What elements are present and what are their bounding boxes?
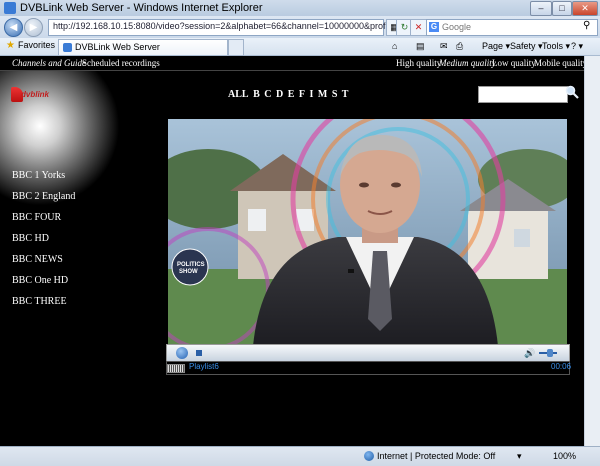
tab-favicon — [63, 43, 72, 52]
alphabet-item[interactable]: ALL — [228, 89, 249, 100]
volume-icon[interactable]: 🔊 — [524, 348, 535, 358]
browser-status-bar: Internet | Protected Mode: Off ▾ 100% — [0, 446, 600, 466]
minimize-button[interactable]: – — [530, 1, 552, 16]
zoom-options-icon[interactable]: ▾ — [517, 451, 522, 462]
quality-mobile-link[interactable]: Mobile quality — [534, 58, 584, 68]
search-go-icon[interactable]: ⚲ — [583, 20, 590, 31]
home-icon[interactable]: ⌂ — [392, 41, 397, 51]
tab-title: DVBLink Web Server — [75, 42, 160, 52]
address-bar[interactable]: http://192.168.10.15:8080/video?session=… — [48, 19, 432, 36]
zoom-level[interactable]: 100% — [553, 451, 576, 461]
stop-loading-icon[interactable]: ✕ — [410, 19, 427, 36]
browser-tab[interactable]: DVBLink Web Server — [58, 39, 228, 55]
new-tab-button[interactable] — [228, 39, 244, 56]
channel-item[interactable]: BBC 1 Yorks — [12, 170, 65, 181]
alphabet-item[interactable]: I — [309, 89, 313, 100]
politics-show-sign-2: SHOW — [179, 269, 198, 275]
browser-search-input[interactable]: G Google ⚲ — [426, 19, 598, 36]
web-page: Channels and Guide Scheduled recordings … — [0, 56, 584, 446]
video-frame: POLITICS SHOW — [168, 119, 567, 346]
alphabet-filter: ALL B C D E F I M S T — [228, 89, 350, 100]
play-icon[interactable] — [176, 347, 188, 359]
alphabet-item[interactable]: F — [299, 89, 305, 100]
security-zone-status[interactable]: Internet | Protected Mode: Off — [377, 451, 495, 461]
ie-app-icon — [4, 2, 16, 14]
page-top-nav: Channels and Guide Scheduled recordings … — [0, 56, 584, 71]
forward-arrow-icon: ▶ — [29, 22, 38, 33]
quality-high-link[interactable]: High quality — [396, 58, 441, 68]
channels-guide-link[interactable]: Channels and Guide — [12, 58, 86, 68]
google-icon: G — [429, 22, 439, 32]
back-arrow-icon: ◀ — [9, 22, 18, 33]
politics-show-sign: POLITICS — [177, 262, 205, 268]
internet-zone-icon — [364, 451, 374, 461]
alphabet-item[interactable]: T — [342, 89, 349, 100]
stop-icon[interactable] — [196, 350, 202, 356]
page-scrollbar[interactable] — [584, 56, 600, 446]
alphabet-item[interactable]: E — [288, 89, 295, 100]
quality-medium-link[interactable]: Medium quality — [439, 58, 496, 68]
dvblink-logo[interactable]: dvblink — [11, 87, 51, 103]
alphabet-item[interactable]: M — [318, 89, 327, 100]
channel-search-input[interactable] — [478, 86, 568, 103]
alphabet-item[interactable]: S — [332, 89, 338, 100]
video-player-screen[interactable]: POLITICS SHOW — [168, 119, 567, 346]
playlist-bar: Playlist6 00:06 — [166, 361, 572, 375]
browser-search-placeholder: Google — [442, 22, 472, 32]
channel-item[interactable]: BBC FOUR — [12, 212, 61, 223]
address-url: http://192.168.10.15:8080/video?session=… — [53, 21, 432, 31]
search-icon[interactable] — [565, 85, 579, 99]
alphabet-item[interactable]: B — [253, 89, 260, 100]
close-button[interactable]: ✕ — [572, 1, 598, 16]
window-title-bar: DVBLink Web Server - Windows Internet Ex… — [0, 0, 600, 16]
quality-low-link[interactable]: Low quality — [492, 58, 536, 68]
forward-button[interactable]: ▶ — [24, 18, 43, 37]
tools-menu[interactable]: Tools ▾ — [542, 41, 570, 52]
playback-time: 00:06 — [551, 362, 572, 371]
playlist-label[interactable]: Playlist6 — [189, 362, 219, 371]
favorites-button[interactable]: ★ Favorites — [6, 40, 55, 51]
channel-item[interactable]: BBC 2 England — [12, 191, 75, 202]
read-mail-icon[interactable]: ✉ — [440, 41, 448, 52]
alphabet-item[interactable]: C — [264, 89, 271, 100]
channel-item[interactable]: BBC HD — [12, 233, 49, 244]
favorites-label: Favorites — [17, 40, 55, 50]
channel-item[interactable]: BBC THREE — [12, 296, 67, 307]
player-control-bar: 🔊 — [166, 344, 570, 362]
star-icon: ★ — [6, 40, 15, 51]
scheduled-recordings-link[interactable]: Scheduled recordings — [82, 58, 160, 68]
alphabet-item[interactable]: D — [276, 89, 283, 100]
tab-toolbar: ★ Favorites DVBLink Web Server ⌂ ▤ ✉ ⎙ Pa… — [0, 38, 600, 56]
playlist-toggle-icon[interactable] — [167, 364, 185, 373]
volume-slider-knob[interactable] — [547, 349, 553, 357]
page-menu[interactable]: Page ▾ — [482, 41, 510, 52]
help-menu[interactable]: ? ▾ — [571, 41, 583, 52]
window-title: DVBLink Web Server - Windows Internet Ex… — [20, 2, 263, 14]
channel-item[interactable]: BBC NEWS — [12, 254, 63, 265]
channel-item[interactable]: BBC One HD — [12, 275, 68, 286]
maximize-button[interactable]: □ — [552, 1, 572, 16]
print-icon[interactable]: ⎙ — [456, 41, 463, 52]
dvblink-logo-text: dvblink — [21, 90, 50, 99]
back-button[interactable]: ◀ — [4, 18, 23, 37]
logo-glow — [0, 56, 120, 206]
address-toolbar: ◀ ▶ http://192.168.10.15:8080/video?sess… — [0, 16, 600, 38]
safety-menu[interactable]: Safety ▾ — [510, 41, 543, 52]
feeds-icon[interactable]: ▤ — [416, 41, 425, 52]
